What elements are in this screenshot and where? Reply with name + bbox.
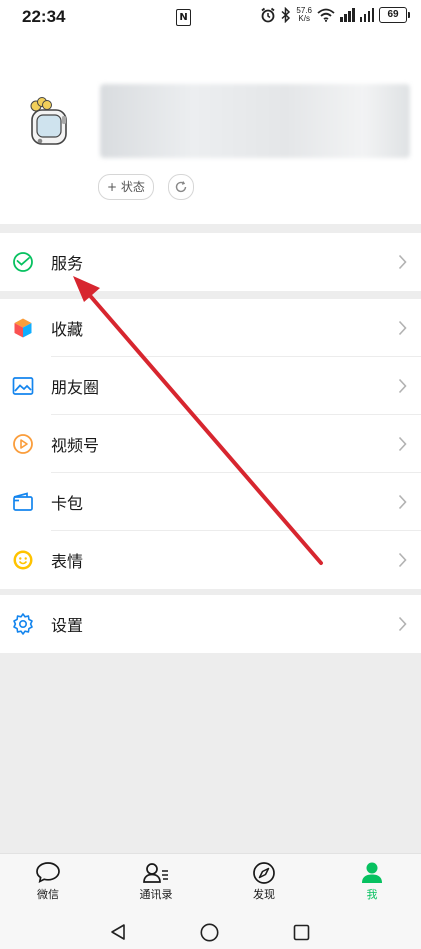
chevron-right-icon xyxy=(398,378,407,394)
favorites-cube-icon xyxy=(14,318,32,338)
tab-contacts[interactable]: 通讯录 xyxy=(116,854,196,912)
chevron-right-icon xyxy=(398,552,407,568)
recents-square-icon[interactable] xyxy=(293,924,310,941)
menu-item-label: 朋友圈 xyxy=(51,378,100,397)
profile-header[interactable]: + 状态 xyxy=(0,36,421,224)
signal-icon xyxy=(340,8,355,22)
nickname-area-blurred xyxy=(100,84,410,158)
tab-discover[interactable]: 发现 xyxy=(224,854,304,912)
back-triangle-icon[interactable] xyxy=(109,923,127,941)
person-icon xyxy=(362,862,382,883)
tab-label: 我 xyxy=(366,888,378,901)
add-status-button[interactable]: + 状态 xyxy=(98,174,154,200)
tab-label: 通讯录 xyxy=(139,888,173,901)
chevron-right-icon xyxy=(398,616,407,632)
wallet-card-icon xyxy=(13,492,33,511)
menu-item-label: 设置 xyxy=(51,616,84,635)
menu-item-moments[interactable]: 朋友圈 xyxy=(0,357,421,415)
compass-icon xyxy=(253,862,275,884)
chevron-right-icon xyxy=(398,320,407,336)
menu-group-service: 服务 xyxy=(0,233,421,291)
tab-me[interactable]: 我 xyxy=(332,854,412,912)
system-navigation-bar xyxy=(0,911,421,949)
gear-icon xyxy=(13,613,33,635)
avatar[interactable] xyxy=(22,96,78,152)
menu-item-stickers[interactable]: 表情 xyxy=(0,531,421,589)
clock: 22:34 xyxy=(22,7,66,26)
tab-label: 微信 xyxy=(37,888,59,901)
wifi-icon xyxy=(317,8,335,22)
bluetooth-icon xyxy=(281,7,291,23)
menu-item-favorites[interactable]: 收藏 xyxy=(0,299,421,357)
menu-group-main: 收藏 朋友圈 视频号 卡包 表情 xyxy=(0,299,421,589)
chevron-right-icon xyxy=(398,494,407,510)
channels-play-icon xyxy=(13,434,33,454)
status-icons: 57.6 K/s 69 xyxy=(260,6,410,23)
menu-item-settings[interactable]: 设置 xyxy=(0,595,421,653)
menu-item-service[interactable]: 服务 xyxy=(0,233,421,291)
chat-bubble-icon xyxy=(36,862,60,884)
chevron-right-icon xyxy=(398,254,407,270)
status-refresh-button[interactable] xyxy=(168,174,194,200)
menu-item-channels[interactable]: 视频号 xyxy=(0,415,421,473)
nfc-icon: N xyxy=(176,9,191,26)
network-speed: 57.6 K/s xyxy=(296,6,312,23)
contacts-icon xyxy=(143,863,168,883)
menu-item-label: 卡包 xyxy=(51,494,84,513)
bottom-tab-bar: 微信 通讯录 发现 我 xyxy=(0,853,421,912)
smiley-icon xyxy=(13,550,33,570)
signal-icon-2 xyxy=(359,8,374,22)
status-bar: 22:34 N 57.6 K/s 69 xyxy=(0,0,421,36)
menu-item-label: 视频号 xyxy=(51,436,100,455)
home-circle-icon[interactable] xyxy=(200,923,219,942)
menu-group-settings: 设置 xyxy=(0,595,421,653)
menu-item-label: 收藏 xyxy=(51,320,84,339)
alarm-icon xyxy=(261,7,275,23)
menu-item-label: 表情 xyxy=(51,552,84,571)
moments-picture-icon xyxy=(12,377,34,395)
menu-item-cards[interactable]: 卡包 xyxy=(0,473,421,531)
battery-indicator: 69 xyxy=(379,7,410,23)
service-icon xyxy=(13,252,33,272)
tab-chats[interactable]: 微信 xyxy=(8,854,88,912)
chevron-right-icon xyxy=(398,436,407,452)
menu-item-label: 服务 xyxy=(51,254,84,273)
refresh-icon xyxy=(175,181,187,193)
tab-label: 发现 xyxy=(253,888,275,901)
